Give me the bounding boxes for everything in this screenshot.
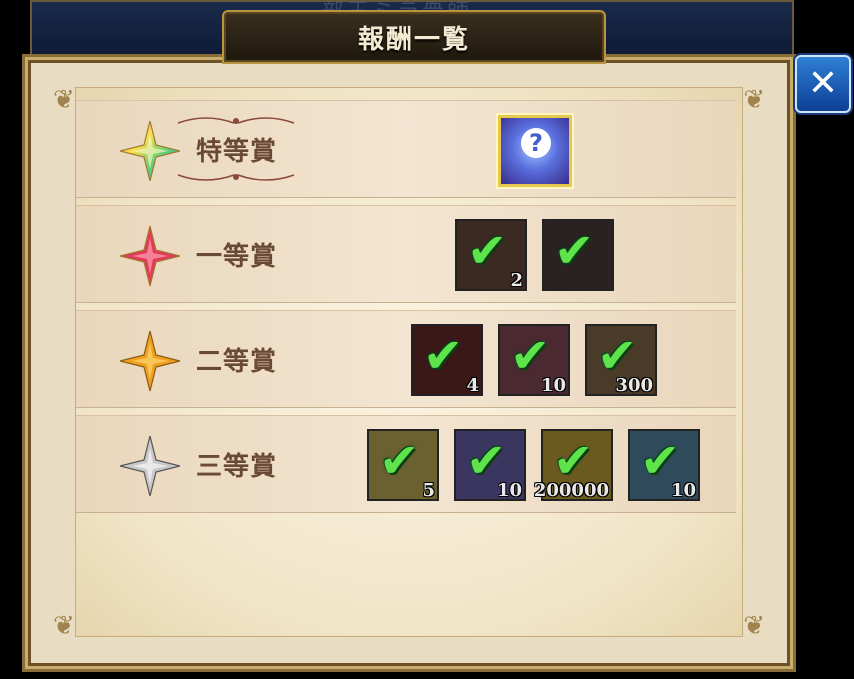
check-icon: ✔ <box>597 328 638 384</box>
reward-quantity: 10 <box>540 375 566 396</box>
prize-label: 一等賞 <box>196 242 278 272</box>
check-icon: ✔ <box>554 223 595 279</box>
corner-ornament-icon: ❦ <box>53 85 75 115</box>
mystery-crystal-reward[interactable]: ? <box>498 115 572 187</box>
check-icon: ✔ <box>466 433 507 489</box>
prize-row-first: 一等賞 ✔ 2 ✔ <box>76 205 736 303</box>
reward-item[interactable]: ✔ 10 <box>628 429 700 501</box>
reward-quantity: 2 <box>510 270 523 291</box>
corner-ornament-icon: ❦ <box>743 611 765 641</box>
check-icon: ✔ <box>553 433 594 489</box>
corner-ornament-icon: ❦ <box>743 85 765 115</box>
check-icon: ✔ <box>467 223 508 279</box>
prize-row-third: 三等賞 ✔ 5 ✔ 10 ✔ 200000 ✔ 10 <box>76 415 736 513</box>
page-title: 報酬一覧 <box>357 24 470 55</box>
check-icon: ✔ <box>423 328 464 384</box>
reward-item[interactable]: ✔ 10 <box>454 429 526 501</box>
prize-label: 特等賞 <box>196 137 278 167</box>
title-plate: 報酬一覧 <box>222 10 606 64</box>
reward-quantity: 10 <box>496 480 522 501</box>
prize-row-special: 特等賞 ? <box>76 100 736 198</box>
red-star-icon <box>120 226 180 286</box>
reward-quantity: 5 <box>422 480 435 501</box>
close-button[interactable]: ✕ <box>795 55 851 113</box>
corner-ornament-icon: ❦ <box>53 611 75 641</box>
reward-item[interactable]: ✔ 4 <box>411 324 483 396</box>
reward-quantity: 200000 <box>533 480 609 501</box>
reward-item[interactable]: ✔ 2 <box>455 219 527 291</box>
reward-item[interactable]: ✔ 10 <box>498 324 570 396</box>
reward-item[interactable]: ✔ 300 <box>585 324 657 396</box>
flourish-top-icon <box>177 117 295 124</box>
reward-item[interactable]: ✔ 5 <box>367 429 439 501</box>
question-mark-icon: ? <box>521 128 551 158</box>
prize-row-second: 二等賞 ✔ 4 ✔ 10 ✔ 300 <box>76 310 736 408</box>
reward-quantity: 300 <box>615 375 653 396</box>
close-icon: ✕ <box>807 63 839 104</box>
check-icon: ✔ <box>510 328 551 384</box>
reward-item[interactable]: ✔ <box>542 219 614 291</box>
check-icon: ✔ <box>379 433 420 489</box>
prize-label: 三等賞 <box>196 452 278 482</box>
rainbow-star-icon <box>120 121 180 181</box>
reward-quantity: 4 <box>466 375 479 396</box>
reward-item[interactable]: ✔ 200000 <box>534 429 613 501</box>
gold-star-icon <box>120 331 180 391</box>
prize-label: 二等賞 <box>196 347 278 377</box>
flourish-bottom-icon <box>177 174 295 181</box>
check-icon: ✔ <box>640 433 681 489</box>
reward-quantity: 10 <box>670 480 696 501</box>
silver-star-icon <box>120 436 180 496</box>
